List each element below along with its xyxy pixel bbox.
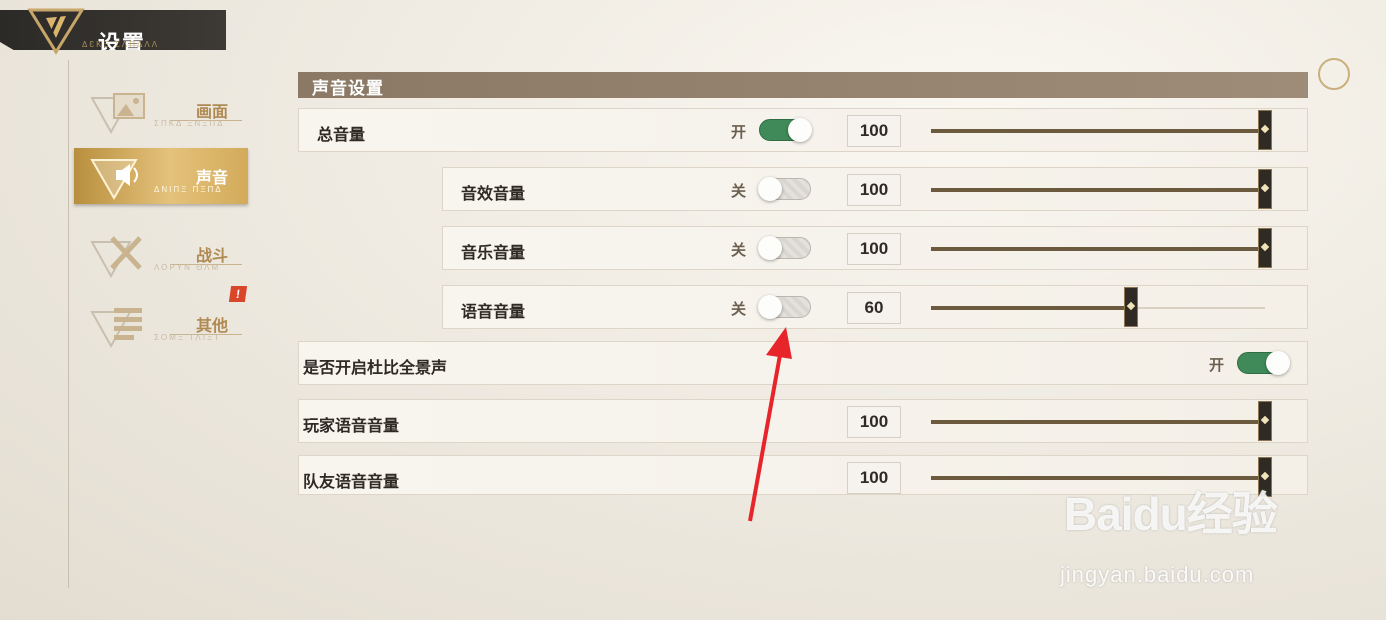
volume-value[interactable]: 100 <box>847 233 901 265</box>
watermark: Baidu经验 jingyan.baidu.com <box>1060 478 1278 587</box>
speaker-icon <box>90 159 138 200</box>
volume-slider[interactable] <box>931 228 1272 268</box>
list-icon <box>90 308 142 348</box>
volume-slider[interactable] <box>931 401 1272 441</box>
toggle-state-label: 关 <box>731 183 747 200</box>
toggle-state-label: 关 <box>731 301 747 318</box>
setting-row-master-volume: 总音量 开 100 <box>298 108 1308 152</box>
setting-row-music-volume: 音乐音量 关 100 <box>442 226 1308 270</box>
sidebar-item-combat[interactable]: 战斗 ΛΟΡΥΝ ΘΛΜ <box>74 226 248 282</box>
setting-label: 音乐音量 <box>461 245 526 262</box>
volume-slider[interactable] <box>931 110 1272 150</box>
setting-label: 音效音量 <box>461 186 526 203</box>
sidebar-item-sub: ΣΟΜΞ ΤΛΙΞΤ <box>154 333 222 342</box>
slider-fill <box>931 420 1265 424</box>
music-volume-toggle[interactable] <box>758 236 811 260</box>
toggle-knob <box>758 177 782 201</box>
sidebar-item-sub: ΛΟΡΥΝ ΘΛΜ <box>154 263 221 272</box>
corner-ring-decoration <box>1318 58 1350 90</box>
setting-label: 总音量 <box>317 127 366 144</box>
toggle-state-label: 开 <box>1209 357 1225 374</box>
setting-row-dolby-atmos: 是否开启杜比全景声 开 <box>298 341 1308 385</box>
toggle-knob <box>1266 351 1290 375</box>
setting-row-player-voice-volume: 玩家语音音量 100 <box>298 399 1308 443</box>
annotation-arrow <box>748 327 792 522</box>
sidebar-item-sub: ΔΝΙΠΞ ΠΞΠΔ <box>154 185 223 194</box>
toggle-knob <box>758 236 782 260</box>
slider-thumb[interactable] <box>1258 110 1272 150</box>
sidebar-item-other[interactable]: 其他 ! ΣΟΜΞ ΤΛΙΞΤ <box>74 286 248 352</box>
sidebar-item-sound[interactable]: 声音 ΔΝΙΠΞ ΠΞΠΔ <box>74 148 248 204</box>
header-subtitle: ΔƐΚΞ ΣΛΠΔΛΛ <box>82 40 160 49</box>
volume-value[interactable]: 100 <box>847 462 901 494</box>
setting-label: 玩家语音音量 <box>303 418 400 435</box>
crossed-swords-icon <box>90 236 142 278</box>
setting-label: 队友语音音量 <box>303 474 400 491</box>
sidebar-item-sub: ΣΠΚΔ ΞΝΞΠΔ <box>154 119 225 128</box>
sidebar-item-display[interactable]: 画面 ΣΠΚΔ ΞΝΞΠΔ <box>74 82 248 138</box>
settings-logo-icon <box>27 8 85 55</box>
setting-row-voice-volume: 语音音量 关 60 <box>442 285 1308 329</box>
setting-label: 是否开启杜比全景声 <box>303 360 448 377</box>
toggle-state-label: 开 <box>731 124 747 141</box>
slider-fill <box>931 188 1265 192</box>
toggle-knob <box>788 118 812 142</box>
master-volume-toggle[interactable] <box>759 118 812 142</box>
dolby-atmos-toggle[interactable] <box>1237 351 1290 375</box>
notification-badge: ! <box>228 286 248 302</box>
setting-label: 语音音量 <box>461 304 526 321</box>
watermark-logo: Baidu经验 <box>1064 488 1278 540</box>
section-title: 声音设置 <box>312 79 384 98</box>
volume-slider[interactable] <box>931 287 1265 327</box>
slider-thumb[interactable] <box>1258 169 1272 209</box>
setting-row-sfx-volume: 音效音量 关 100 <box>442 167 1308 211</box>
slider-thumb[interactable] <box>1258 228 1272 268</box>
slider-fill <box>931 129 1265 133</box>
volume-slider[interactable] <box>931 169 1272 209</box>
watermark-url: jingyan.baidu.com <box>1060 562 1255 587</box>
volume-value[interactable]: 100 <box>847 115 901 147</box>
picture-icon <box>90 93 145 134</box>
slider-fill <box>931 306 1132 310</box>
sidebar-divider <box>68 60 69 588</box>
volume-value[interactable]: 100 <box>847 174 901 206</box>
slider-thumb[interactable] <box>1258 401 1272 441</box>
volume-value[interactable]: 60 <box>847 292 901 324</box>
voice-volume-toggle[interactable] <box>758 295 811 319</box>
slider-fill <box>931 247 1265 251</box>
toggle-knob <box>758 295 782 319</box>
toggle-state-label: 关 <box>731 242 747 259</box>
slider-thumb[interactable] <box>1124 287 1139 327</box>
sfx-volume-toggle[interactable] <box>758 177 811 201</box>
section-header: 声音设置 <box>298 72 1308 98</box>
volume-value[interactable]: 100 <box>847 406 901 438</box>
